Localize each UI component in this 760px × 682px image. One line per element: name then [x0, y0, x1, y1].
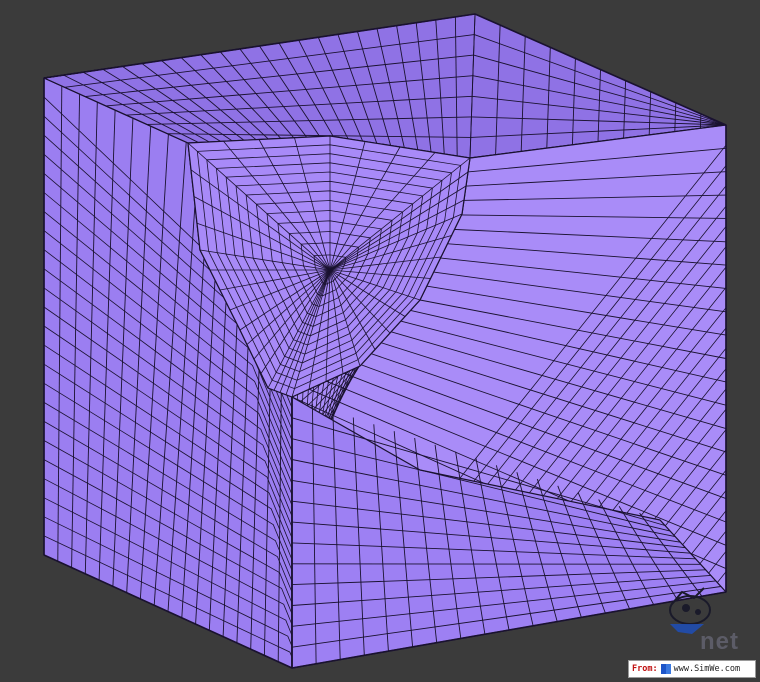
figure-canvas: [0, 0, 760, 682]
cube-mesh-diagram: [43, 13, 727, 669]
flag-icon: [660, 664, 671, 674]
watermark-site: www.SimWe.com: [673, 664, 741, 674]
watermark-badge: From: www.SimWe.com: [628, 660, 756, 678]
front-gridline: [291, 563, 701, 565]
watermark-logo-text: net: [700, 628, 739, 655]
watermark-from-label: From:: [632, 664, 658, 674]
